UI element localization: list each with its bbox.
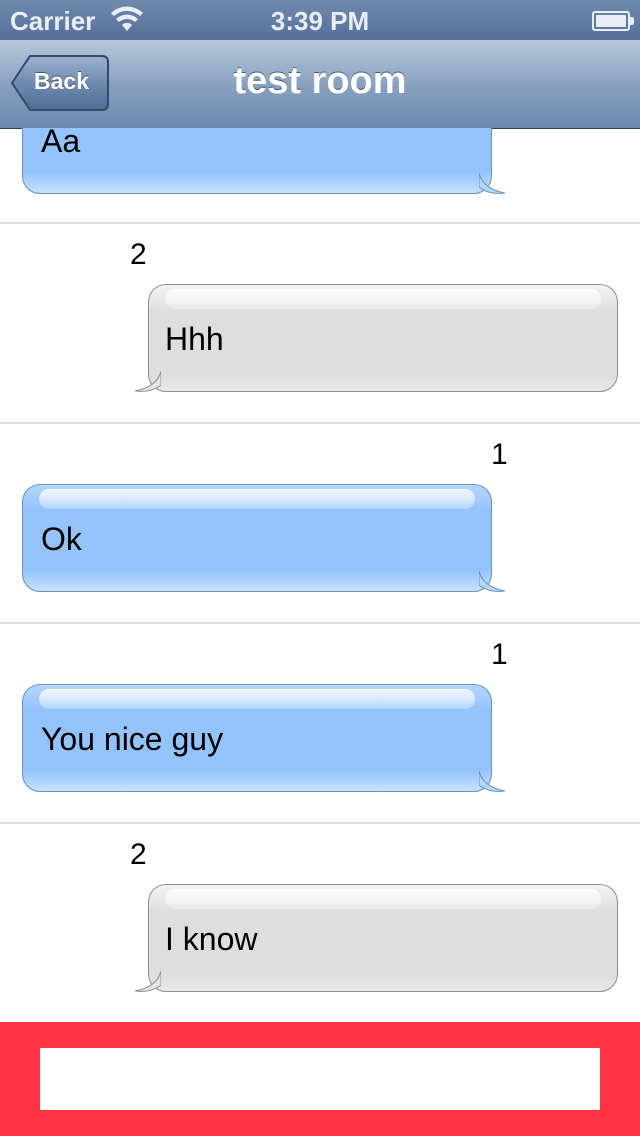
message-text: I know: [165, 921, 258, 957]
status-bar: Carrier 3:39 PM: [0, 0, 640, 40]
message-bubble-outgoing[interactable]: You nice guy: [22, 684, 505, 792]
message-bubble-outgoing[interactable]: Ok: [22, 484, 505, 592]
message-row: Aa: [0, 128, 640, 224]
navigation-bar: Back test room: [0, 40, 640, 129]
message-text: Hhh: [165, 321, 224, 357]
page-title: test room: [233, 60, 407, 102]
message-sender: 1: [491, 438, 508, 471]
message-input-bar: [0, 1022, 640, 1136]
message-text: Aa: [41, 128, 81, 159]
message-bubble-incoming[interactable]: Hhh: [135, 284, 618, 392]
battery-icon: [592, 11, 634, 31]
message-input[interactable]: [40, 1048, 600, 1110]
message-sender: 2: [130, 838, 147, 871]
message-row: 2 I know: [0, 822, 640, 1022]
message-sender: 2: [130, 238, 147, 271]
message-row: 1 Ok: [0, 422, 640, 624]
message-text: You nice guy: [41, 721, 224, 757]
message-row: 2 Hhh: [0, 222, 640, 424]
message-text: Ok: [41, 521, 82, 557]
message-sender: 1: [491, 638, 508, 671]
message-list[interactable]: Aa 2 Hhh 1 Ok 1 You nice guy 2 I know: [0, 128, 640, 1022]
message-row: 1 You nice guy: [0, 622, 640, 824]
message-bubble-outgoing[interactable]: Aa: [22, 128, 505, 194]
message-bubble-incoming[interactable]: I know: [135, 884, 618, 992]
clock: 3:39 PM: [270, 6, 370, 36]
